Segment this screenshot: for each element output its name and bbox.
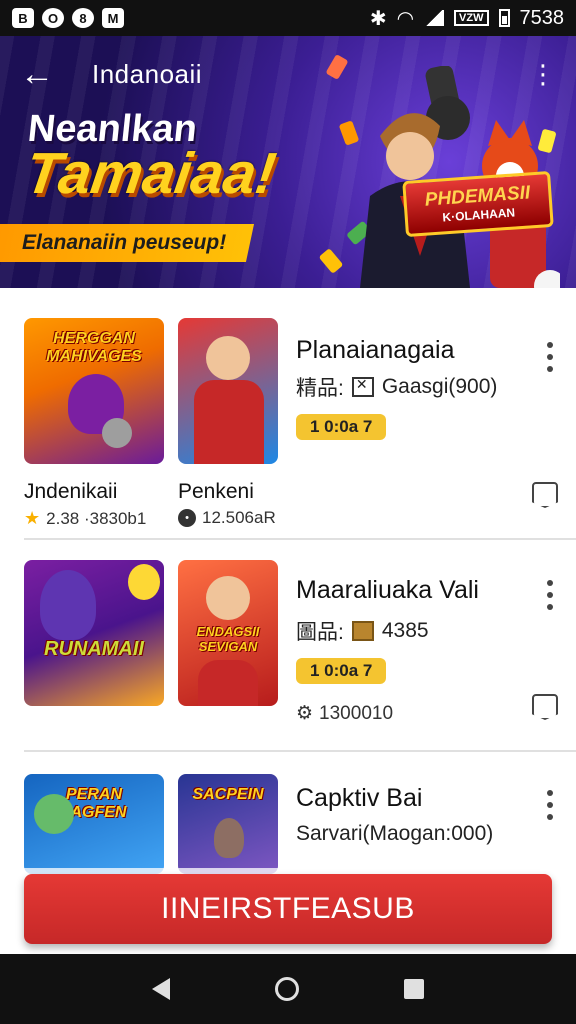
box-icon [351, 376, 374, 397]
bookmark-icon[interactable] [532, 694, 558, 720]
list-item[interactable]: RUNAMAII ENDAGSII SEVIGAN Maaraliuaka Va… [0, 560, 576, 790]
status-time: 7538 [519, 6, 565, 29]
list-item[interactable]: HERGGAN MAHIVAGES Jndenikaii ★ 2.38 ·383… [0, 318, 576, 548]
meta-text: 1300010 [319, 702, 394, 724]
time-badge: 1 0:0а 7 [296, 414, 387, 440]
game-thumbnail[interactable]: SACPEIN [178, 774, 278, 874]
nav-recents-icon[interactable] [403, 979, 424, 999]
character-art [40, 570, 96, 640]
thumbnail-label: HERGGAN MAHIVAGES [46, 330, 142, 365]
game-thumbnail[interactable]: HERGGAN MAHIVAGES [24, 318, 164, 464]
hero-badge: PHDEMASII K·OLAHAAN [402, 170, 554, 238]
rating-text: 2.38 ·3830b1 [46, 508, 147, 528]
system-navigation-bar [0, 954, 576, 1024]
status-bar: B O 8 M ✱ ◠ VZW 7538 [0, 0, 576, 36]
thumbnail-label: ENDAGSII SEVIGAN [196, 624, 260, 654]
character-art [214, 818, 244, 858]
game-rating: ★ 2.38 ·3830b1 [24, 508, 146, 529]
more-options-icon[interactable] [540, 580, 560, 610]
game-name: Penkeni [178, 480, 254, 503]
signal-icon [424, 10, 445, 26]
notification-icon: M [102, 8, 124, 28]
subtitle-prefix: 精品: [296, 377, 344, 400]
notification-icon: B [12, 8, 34, 28]
item-title: Capktiv Bai [296, 784, 423, 812]
subtitle-text: Gaasgi(900) [381, 375, 498, 398]
item-meta: ⚙ 1300010 [296, 702, 393, 725]
notification-icon: O [42, 8, 64, 28]
thumbnail-label: RUNAMAII [44, 638, 144, 660]
banner-toolbar: ← Indanoaii ⋮ [0, 54, 576, 94]
carrier-box: VZW [454, 10, 489, 26]
item-title: Planaianagaia [296, 336, 455, 364]
item-title: Maaraliuaka Vali [296, 576, 479, 604]
game-thumbnail[interactable]: ENDAGSII SEVIGAN [178, 560, 278, 706]
wifi-icon: ◠ [396, 7, 415, 30]
character-art [128, 564, 160, 600]
thumbnail-label: SACPEIN [192, 786, 264, 803]
app-title: Indanoaii [92, 58, 203, 89]
game-downloads: • 12.506aR [178, 508, 276, 528]
subtitle-text: 4385 [381, 619, 429, 642]
box-icon [351, 621, 374, 641]
primary-action-button[interactable]: IINEIRSTFEASUB [24, 874, 552, 944]
nav-back-icon[interactable] [152, 978, 171, 1000]
cta-container: IINEIRSTFEASUB [0, 868, 576, 954]
banner-headline-large: Tamaiaa! [21, 141, 280, 206]
game-thumbnail[interactable]: PERAN FAGFEN [24, 774, 164, 874]
battery-icon [498, 9, 510, 27]
banner-ribbon: Elananaiin peuseup! [0, 224, 255, 262]
divider [24, 750, 576, 752]
time-badge: 1 0:0а 7 [296, 658, 387, 684]
promo-banner[interactable]: ← Indanoaii ⋮ Neanlkan Tamaiaa! Elananai… [0, 36, 576, 288]
item-subtitle: Sarvari(Maogan:000) [296, 822, 493, 846]
more-options-icon[interactable]: ⋮ [530, 61, 556, 87]
character-art [206, 336, 250, 380]
character-art [198, 660, 258, 706]
character-art [34, 794, 74, 834]
game-thumbnail[interactable]: RUNAMAII [24, 560, 164, 706]
more-options-icon[interactable] [540, 342, 560, 372]
star-icon: ★ [24, 508, 41, 528]
bookmark-icon[interactable] [532, 482, 558, 508]
character-art [194, 380, 264, 464]
character-art [102, 418, 132, 448]
downloads-text: 12.506aR [202, 508, 276, 527]
subtitle-text: Sarvari(Maogan:000) [296, 822, 494, 845]
nav-home-icon[interactable] [274, 977, 299, 1001]
more-options-icon[interactable] [540, 790, 560, 820]
divider [24, 538, 576, 540]
game-name: Jndenikaii [24, 480, 118, 503]
bluetooth-icon: ✱ [369, 7, 387, 30]
item-subtitle: 圖品: 4385 [296, 616, 429, 646]
subtitle-prefix: 圖品: [296, 621, 344, 644]
character-art [206, 576, 250, 620]
system-icons: ✱ ◠ VZW 7538 [370, 6, 564, 31]
back-arrow-icon[interactable]: ← [20, 57, 56, 91]
ribbon-text: Elananaiin peuseup! [22, 231, 227, 254]
game-thumbnail[interactable] [178, 318, 278, 464]
item-subtitle: 精品: Gaasgi(900) [296, 372, 497, 402]
notification-icons: B O 8 M [12, 8, 124, 28]
gear-icon: ⚙ [296, 703, 314, 724]
download-icon: • [178, 509, 196, 527]
notification-icon: 8 [72, 8, 94, 28]
